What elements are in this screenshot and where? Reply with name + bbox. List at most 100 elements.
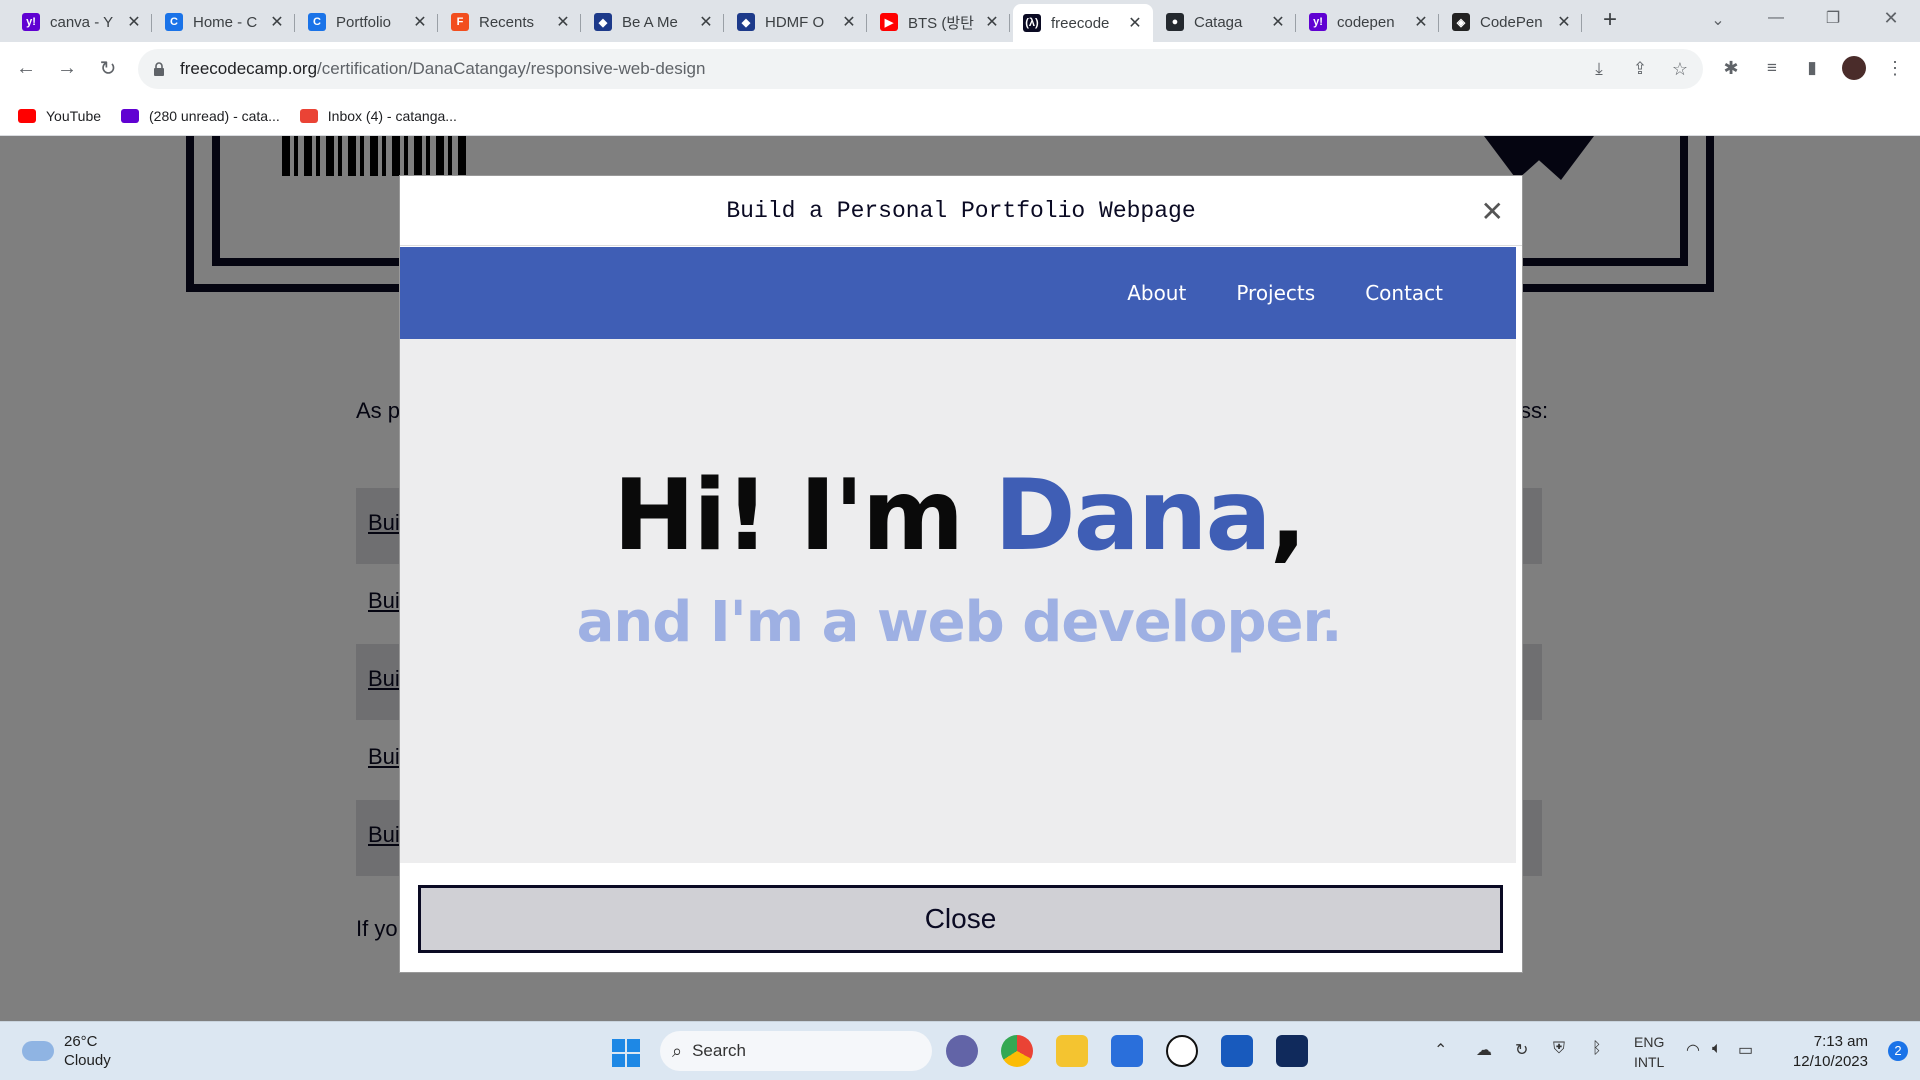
notification-badge[interactable]: 2 <box>1888 1041 1908 1061</box>
wifi-icon[interactable]: ◠ <box>1686 1040 1700 1060</box>
tab-close-icon[interactable]: ✕ <box>269 12 285 32</box>
tab-close-icon[interactable]: ✕ <box>126 12 142 32</box>
bluetooth-icon[interactable]: ᛒ <box>1592 1040 1602 1058</box>
browser-tab[interactable]: (λ) freecode ✕ <box>1013 4 1153 42</box>
tab-title: freecode <box>1051 14 1110 32</box>
bookmark-star-icon[interactable]: ☆ <box>1666 55 1694 83</box>
tab-title: Home - C <box>193 13 258 31</box>
chat-icon[interactable] <box>946 1035 978 1067</box>
volume-icon[interactable]: 🔈︎ <box>1712 1040 1722 1058</box>
browser-tab[interactable]: y! canva - Y ✕ <box>12 6 152 38</box>
tab-close-icon[interactable]: ✕ <box>984 12 1000 32</box>
bookmark-item[interactable]: YouTube <box>18 108 101 124</box>
word-icon[interactable] <box>1221 1035 1253 1067</box>
browser-tab[interactable]: C Portfolio ✕ <box>298 6 438 38</box>
codepen-icon: ◈ <box>1452 13 1470 31</box>
security-icon[interactable]: ⛨ <box>1553 1040 1565 1058</box>
tab-close-icon[interactable]: ✕ <box>1270 12 1286 32</box>
tab-title: BTS (방탄 <box>908 14 974 32</box>
tab-close-icon[interactable]: ✕ <box>412 12 428 32</box>
cloud-icon <box>22 1041 54 1061</box>
onedrive-icon[interactable]: ☁ <box>1476 1040 1492 1060</box>
browser-tab[interactable]: ● Cataga ✕ <box>1156 6 1296 38</box>
shield-icon: ◆ <box>594 13 612 31</box>
tab-close-icon[interactable]: ✕ <box>698 12 714 32</box>
tab-title: CodePen <box>1480 13 1543 31</box>
restore-button[interactable]: ❐ <box>1819 4 1847 32</box>
browser-toolbar: ← → ↻ freecodecamp.org/certification/Dan… <box>0 42 1920 96</box>
shield-icon: ◆ <box>737 13 755 31</box>
tab-close-icon[interactable]: ✕ <box>555 12 571 32</box>
freecodecamp-icon: (λ) <box>1023 14 1041 32</box>
extensions-icon[interactable]: ✱ <box>1717 54 1745 82</box>
preview-nav-link[interactable]: Contact <box>1365 281 1443 305</box>
sync-icon[interactable]: ↻ <box>1515 1040 1528 1060</box>
reload-icon[interactable]: ↻ <box>94 54 122 82</box>
tab-title: canva - Y <box>50 13 114 31</box>
canva-icon: C <box>165 13 183 31</box>
canva-icon: C <box>308 13 326 31</box>
tab-close-icon[interactable]: ✕ <box>1556 12 1572 32</box>
tab-strip: y! canva - Y ✕ C Home - C ✕ C Portfolio ✕ F Recent… <box>0 0 1920 42</box>
windows-taskbar: 26°C Cloudy ⌕ Search ⌃ ☁ ↻ ⛨ ᛒ ENG INTL ◠ … <box>0 1021 1920 1080</box>
window-close-button[interactable]: ✕ <box>1877 4 1905 32</box>
chrome-icon[interactable] <box>1001 1035 1033 1067</box>
install-icon[interactable]: ⤓ <box>1585 55 1613 83</box>
back-icon[interactable]: ← <box>12 54 40 82</box>
tab-close-icon[interactable]: ✕ <box>1127 13 1143 33</box>
new-tab-button[interactable]: + <box>1596 6 1624 34</box>
figma-icon: F <box>451 13 469 31</box>
preview-nav-link[interactable]: Projects <box>1236 281 1315 305</box>
share-icon[interactable]: ⇪ <box>1626 55 1654 83</box>
bookmark-item[interactable]: Inbox (4) - catanga... <box>299 108 457 124</box>
yahoo-icon: y! <box>1309 13 1327 31</box>
menu-icon[interactable]: ⋮ <box>1881 54 1909 82</box>
browser-tab[interactable]: C Home - C ✕ <box>155 6 295 38</box>
preview-scrollbar[interactable] <box>1516 247 1522 863</box>
hero-subtitle: and I'm a web developer. <box>576 590 1343 655</box>
tab-search-icon[interactable]: ⌄ <box>1704 6 1732 34</box>
browser-tab[interactable]: F Recents ✕ <box>441 6 581 38</box>
reading-list-icon[interactable]: ≡ <box>1758 54 1786 82</box>
address-bar[interactable]: freecodecamp.org/certification/DanaCatan… <box>138 49 1703 89</box>
browser-tab[interactable]: y! codepen ✕ <box>1299 6 1439 38</box>
minimize-button[interactable]: — <box>1762 4 1790 32</box>
clock[interactable]: 7:13 am 12/10/2023 <box>1793 1032 1868 1072</box>
browser-tab[interactable]: ◆ Be A Me ✕ <box>584 6 724 38</box>
browser-tab[interactable]: ◈ CodePen ✕ <box>1442 6 1582 38</box>
chevron-up-icon[interactable]: ⌃ <box>1434 1040 1447 1060</box>
search-placeholder: Search <box>692 1041 746 1060</box>
url-text: freecodecamp.org/certification/DanaCatan… <box>180 59 706 78</box>
lock-icon <box>154 62 164 76</box>
tab-close-icon[interactable]: ✕ <box>1413 12 1429 32</box>
hero-name: Dana <box>994 459 1271 573</box>
app-icon[interactable] <box>1276 1035 1308 1067</box>
search-icon: ⌕ <box>672 1040 683 1061</box>
bookmark-item[interactable]: (280 unread) - cata... <box>121 108 280 124</box>
bookmark-favicon-icon <box>299 108 318 123</box>
close-icon[interactable]: ✕ <box>1481 198 1504 226</box>
battery-icon[interactable]: ▭ <box>1738 1040 1753 1060</box>
side-panel-icon[interactable]: ▮ <box>1798 54 1826 82</box>
avatar[interactable] <box>1840 54 1868 82</box>
tab-close-icon[interactable]: ✕ <box>841 12 857 32</box>
bookmarks-bar: YouTube (280 unread) - cata... Inbox (4) -… <box>0 96 1920 136</box>
taskbar-search[interactable]: ⌕ Search <box>660 1031 932 1071</box>
project-preview-frame: About Projects Contact Hi! I'm Dana, and I… <box>400 247 1518 863</box>
start-button[interactable] <box>612 1039 640 1067</box>
weather-condition: Cloudy <box>64 1052 111 1069</box>
dell-icon[interactable] <box>1166 1035 1198 1067</box>
temperature: 26°C <box>64 1033 98 1050</box>
preview-nav-link[interactable]: About <box>1127 281 1186 305</box>
weather-widget[interactable]: 26°C Cloudy <box>22 1032 111 1070</box>
browser-tab[interactable]: ◆ HDMF O ✕ <box>727 6 867 38</box>
language-indicator[interactable]: ENG INTL <box>1634 1032 1664 1072</box>
browser-tab[interactable]: ▶ BTS (방탄 ✕ <box>870 6 1010 38</box>
store-icon[interactable] <box>1111 1035 1143 1067</box>
file-explorer-icon[interactable] <box>1056 1035 1088 1067</box>
youtube-icon: ▶ <box>880 13 898 31</box>
tab-title: Be A Me <box>622 13 678 31</box>
forward-icon[interactable]: → <box>53 54 81 82</box>
bookmark-favicon-icon <box>18 108 36 123</box>
close-button[interactable]: Close <box>418 885 1503 953</box>
